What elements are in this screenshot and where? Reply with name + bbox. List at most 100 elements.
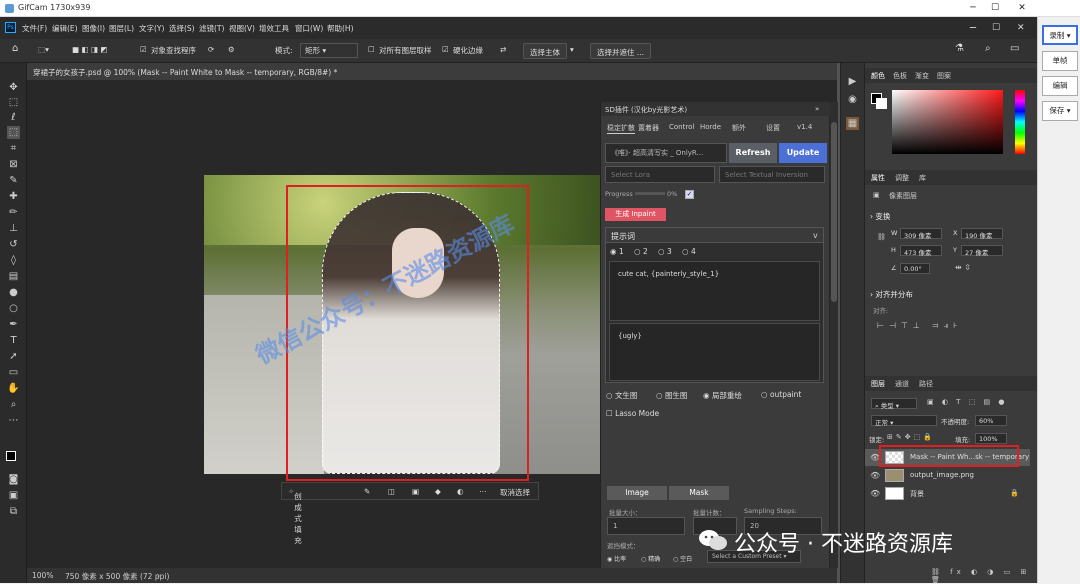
blend-mode-select[interactable]: 正常 ▾: [871, 415, 937, 427]
auto-select-checkbox[interactable]: ☑: [140, 45, 147, 54]
maximize-ps-button[interactable]: ☐: [992, 23, 1000, 33]
x-input[interactable]: 190 像素: [961, 228, 1003, 240]
lasso-tool-icon[interactable]: ℓ: [7, 111, 20, 124]
history-panel-icon[interactable]: ▶: [846, 75, 859, 88]
hand-tool-icon[interactable]: ✋: [7, 382, 20, 395]
layer-footer-icons[interactable]: ⛓ fx ◐ ◑ ▭ ⊞ 🗑: [931, 568, 1037, 584]
embedding-select[interactable]: Select Textual Inversion: [719, 166, 825, 183]
eyedropper-tool-icon[interactable]: ✎: [7, 174, 20, 187]
menu-image[interactable]: 图像(I): [82, 23, 105, 34]
menu-help[interactable]: 帮助(H): [327, 23, 354, 34]
mask-opt-blank[interactable]: ○ 空白: [673, 554, 692, 563]
more-icon[interactable]: ⋯: [479, 487, 487, 496]
pen-tool-icon[interactable]: ✒: [7, 318, 20, 331]
shape-tool-icon[interactable]: ▭: [7, 366, 20, 379]
menu-layer[interactable]: 图层(L): [109, 23, 134, 34]
lock-icons[interactable]: ⊞✎✥⬚🔒: [887, 433, 935, 441]
object-select-tool-icon[interactable]: ⬚: [7, 126, 20, 139]
eraser-tool-icon[interactable]: ◊: [7, 254, 20, 267]
prompt-header[interactable]: 提示词 v: [606, 228, 823, 243]
crop-tool-icon[interactable]: ⌗: [7, 142, 20, 155]
angle-input[interactable]: 0.00°: [900, 263, 930, 274]
tab-properties[interactable]: 属性: [871, 173, 885, 183]
maximize-button[interactable]: ☐: [985, 3, 1005, 13]
search-icon[interactable]: ⌕: [985, 43, 991, 54]
marquee-tool-icon[interactable]: ⬚: [7, 96, 20, 109]
image-button[interactable]: Image: [607, 486, 667, 500]
foreground-color-swatch[interactable]: [6, 451, 16, 461]
visibility-icon[interactable]: 👁: [870, 471, 880, 480]
record-button[interactable]: 录制 ▾: [1042, 25, 1078, 45]
tab-control[interactable]: Control: [669, 123, 694, 131]
home-icon[interactable]: ⌂: [12, 43, 18, 54]
zoom-tool-icon[interactable]: ⌕: [7, 398, 20, 411]
panel-collapse-icon[interactable]: »: [815, 105, 819, 113]
workspace-icon[interactable]: ▭: [1010, 43, 1019, 54]
filter-icons[interactable]: ▣ ◐ T ⬚ ▤ ●: [927, 398, 1007, 406]
tab-extra[interactable]: 额外: [732, 123, 746, 133]
update-button[interactable]: Update: [779, 143, 827, 163]
menu-plugins[interactable]: 增效工具: [259, 23, 289, 34]
link-icon[interactable]: ⛓: [877, 233, 886, 241]
sd-plugin-icon[interactable]: ▦: [846, 117, 859, 130]
deselect-button[interactable]: 取消选择: [500, 487, 530, 498]
mode-inpaint[interactable]: ◉ 局部重绘: [703, 390, 742, 401]
stamp-tool-icon[interactable]: ⊥: [7, 222, 20, 235]
path-select-icon[interactable]: ➚: [7, 350, 20, 363]
select-and-mask-button[interactable]: 选择并遮住 ...: [590, 43, 652, 59]
menu-edit[interactable]: 编辑(E): [52, 23, 78, 34]
history-brush-icon[interactable]: ↺: [7, 238, 20, 251]
bg-color-chip[interactable]: [876, 98, 887, 109]
tab-channels[interactable]: 通道: [895, 379, 909, 389]
frame-tool-icon[interactable]: ⊠: [7, 158, 20, 171]
menu-select[interactable]: 选择(S): [169, 23, 195, 34]
menu-type[interactable]: 文字(Y): [139, 23, 164, 34]
tab-paths[interactable]: 路径: [919, 379, 933, 389]
minimize-button[interactable]: ─: [963, 3, 983, 13]
tab-patterns[interactable]: 图案: [937, 71, 951, 81]
batch-size-input[interactable]: 1: [607, 517, 685, 535]
blur-tool-icon[interactable]: ●: [7, 286, 20, 299]
tab-horde[interactable]: Horde: [700, 123, 721, 131]
layer-filter-select[interactable]: ⌕ 类型 ▾: [871, 398, 917, 410]
zoom-level[interactable]: 100%: [32, 571, 53, 580]
positive-prompt-textarea[interactable]: cute cat, {painterly_style_1}: [609, 261, 820, 321]
color-field[interactable]: [892, 90, 1003, 154]
subject-dropdown-icon[interactable]: ▾: [570, 45, 574, 54]
screen-mode-icon[interactable]: ▣: [7, 489, 20, 502]
menu-file[interactable]: 文件(F): [22, 23, 47, 34]
status-arrow-icon[interactable]: ›: [157, 571, 160, 580]
mask-button[interactable]: Mask: [669, 486, 729, 500]
layer-background[interactable]: 👁 背景 🔒: [865, 485, 1030, 502]
prompt-collapse-icon[interactable]: v: [813, 231, 818, 240]
save-button[interactable]: 保存 ▾: [1042, 101, 1078, 121]
tab-viewer[interactable]: 置着器: [638, 123, 659, 133]
lora-select[interactable]: Select Lora: [605, 166, 715, 183]
dodge-tool-icon[interactable]: ○: [7, 302, 20, 315]
negative-prompt-textarea[interactable]: {ugly}: [609, 323, 820, 381]
document-tab[interactable]: 穿裙子的女孩子.psd @ 100% (Mask -- Paint White …: [27, 63, 837, 80]
minimize-ps-button[interactable]: ─: [970, 23, 976, 34]
tab-libraries[interactable]: 库: [919, 173, 926, 183]
layer-output-image[interactable]: 👁 output_image.png: [865, 467, 1030, 484]
refresh-button[interactable]: Refresh: [729, 143, 777, 163]
y-input[interactable]: 27 像素: [961, 245, 1003, 257]
lasso-mode-checkbox[interactable]: ☐ Lasso Mode: [606, 409, 659, 418]
type-tool-icon[interactable]: T: [7, 334, 20, 347]
tab-color[interactable]: 颜色: [871, 71, 885, 81]
align-header[interactable]: › 对齐并分布: [870, 289, 913, 300]
prompt-tab-4[interactable]: ○ 4: [682, 247, 696, 256]
enhance-checkbox[interactable]: ☑: [442, 45, 449, 54]
close-button[interactable]: ✕: [1012, 3, 1032, 13]
mode-outpaint[interactable]: ○ outpaint: [761, 390, 801, 399]
actions-panel-icon[interactable]: ◉: [846, 93, 859, 106]
menu-view[interactable]: 视图(V): [229, 23, 255, 34]
height-input[interactable]: 473 像素: [900, 245, 942, 257]
generative-fill-button[interactable]: ✧ 创成式填充: [288, 487, 302, 545]
generate-inpaint-button[interactable]: 生成 Inpaint: [605, 208, 666, 221]
tab-gradients[interactable]: 渐变: [915, 71, 929, 81]
tool-preset-icon[interactable]: ⬚▾: [38, 45, 49, 54]
edit-button[interactable]: 编辑: [1042, 76, 1078, 96]
move-tool-icon[interactable]: ✥: [7, 81, 20, 94]
transform-icon[interactable]: ▣: [412, 487, 419, 496]
